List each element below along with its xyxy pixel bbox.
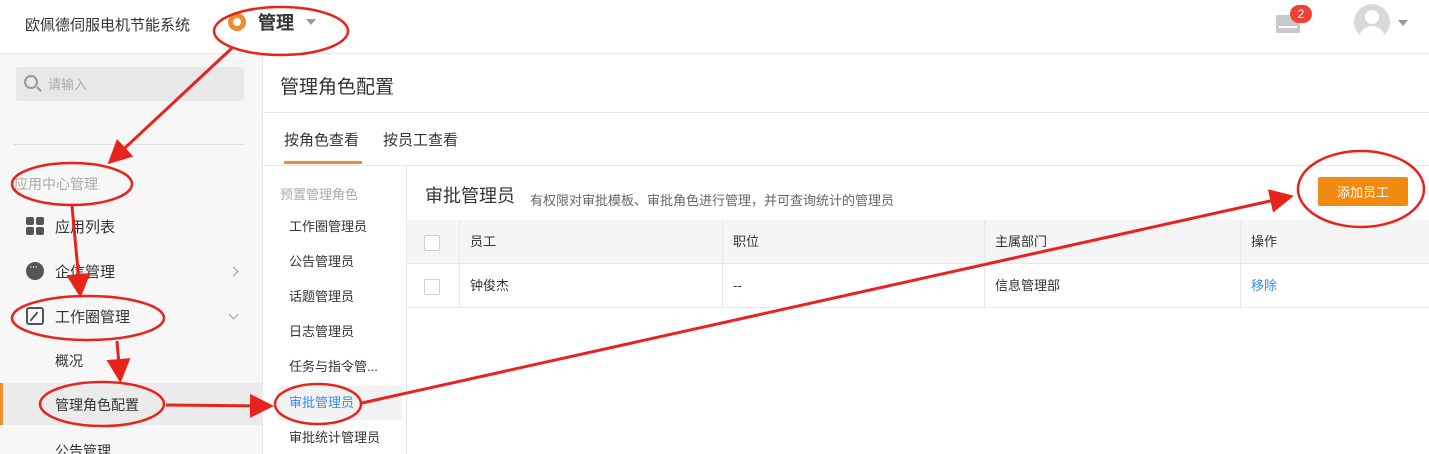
cell-action: 移除 (1240, 264, 1418, 308)
role-list: 预置管理角色 工作圈管理员 公告管理员 话题管理员 日志管理员 任务与指令管..… (263, 166, 407, 454)
cell-employee: 钟俊杰 (459, 264, 722, 308)
employee-table: 员工 职位 主属部门 操作 钟俊杰 -- 信息管理部 移除 (407, 220, 1429, 308)
module-switcher[interactable]: 管理 (228, 10, 316, 34)
select-all-checkbox[interactable] (424, 234, 440, 251)
sidebar-subitem-notice[interactable]: 公告管理 (0, 429, 263, 454)
module-label: 管理 (258, 13, 294, 33)
remove-link[interactable]: 移除 (1251, 278, 1277, 293)
table-header: 员工 职位 主属部门 操作 (407, 220, 1429, 264)
sidebar-item-label: 企信管理 (55, 263, 116, 281)
caret-down-icon[interactable] (1398, 20, 1408, 26)
sidebar-item-label: 应用列表 (55, 218, 116, 236)
chevron-down-icon (228, 309, 239, 319)
caret-down-icon (306, 19, 316, 25)
app-name: 欧佩德伺服电机节能系统 (25, 17, 191, 34)
cell-department: 信息管理部 (984, 264, 1240, 308)
role-title: 审批管理员 (425, 186, 515, 206)
chat-icon (26, 261, 44, 280)
tab-bar: 按角色查看 按员工查看 (263, 113, 1429, 166)
role-item[interactable]: 话题管理员 (277, 280, 402, 314)
role-item[interactable]: 审批统计管理员 (277, 421, 402, 454)
sidebar-subitem-overview[interactable]: 概况 (0, 339, 263, 381)
sidebar-subitem-label: 管理角色配置 (55, 397, 139, 413)
top-bar: 欧佩德伺服电机节能系统 管理 2 (0, 0, 1429, 54)
role-item[interactable]: 任务与指令管... (277, 350, 402, 384)
main-panel: 按角色查看 按员工查看 预置管理角色 工作圈管理员 公告管理员 话题管理员 日志… (263, 113, 1429, 454)
add-employee-button[interactable]: 添加员工 (1318, 177, 1408, 206)
tab-by-employee[interactable]: 按员工查看 (383, 129, 458, 150)
search-icon (24, 75, 38, 89)
role-item-approval-admin[interactable]: 审批管理员 (277, 386, 402, 420)
role-group-title: 预置管理角色 (280, 187, 359, 202)
cell-position: -- (722, 264, 984, 308)
search-box (16, 67, 244, 101)
search-input[interactable] (48, 67, 238, 101)
column-header: 员工 (459, 220, 722, 264)
edit-icon (26, 307, 44, 325)
gear-icon (228, 13, 246, 31)
role-detail: 审批管理员 有权限对审批模板、审批角色进行管理，并可查询统计的管理员 添加员工 … (407, 166, 1429, 454)
sidebar-item-enterprise-msg[interactable]: 企信管理 (0, 251, 263, 291)
tab-by-role[interactable]: 按角色查看 (284, 129, 363, 164)
sidebar-subitem-label: 概况 (55, 353, 83, 369)
sidebar-item-label: 工作圈管理 (55, 308, 131, 326)
table-row: 钟俊杰 -- 信息管理部 移除 (407, 264, 1429, 308)
role-description: 有权限对审批模板、审批角色进行管理，并可查询统计的管理员 (530, 193, 895, 208)
role-item[interactable]: 工作圈管理员 (277, 210, 402, 244)
sidebar-item-app-list[interactable]: 应用列表 (0, 206, 263, 246)
select-all-cell (407, 220, 459, 264)
section-title: 应用中心管理 (14, 176, 98, 192)
sidebar-subitem-label: 公告管理 (55, 443, 111, 454)
role-item[interactable]: 公告管理员 (277, 245, 402, 279)
chevron-right-icon (228, 266, 239, 276)
column-header: 主属部门 (984, 220, 1240, 264)
page-header: 管理角色配置 (263, 55, 1429, 113)
avatar[interactable] (1354, 4, 1390, 40)
row-checkbox[interactable] (424, 278, 440, 295)
sidebar: 应用中心管理 应用列表 企信管理 工作圈管理 概况 管理角色配置 公告管理 (0, 55, 263, 454)
row-select-cell (407, 264, 459, 308)
sidebar-subitem-role-config[interactable]: 管理角色配置 (0, 383, 263, 425)
divider (14, 144, 244, 145)
role-item[interactable]: 日志管理员 (277, 315, 402, 349)
sidebar-item-workcircle[interactable]: 工作圈管理 (0, 296, 263, 336)
page-title: 管理角色配置 (280, 77, 395, 98)
mail-badge: 2 (1290, 5, 1312, 23)
column-header: 职位 (722, 220, 984, 264)
column-header: 操作 (1240, 220, 1418, 264)
grid-icon (26, 217, 44, 235)
